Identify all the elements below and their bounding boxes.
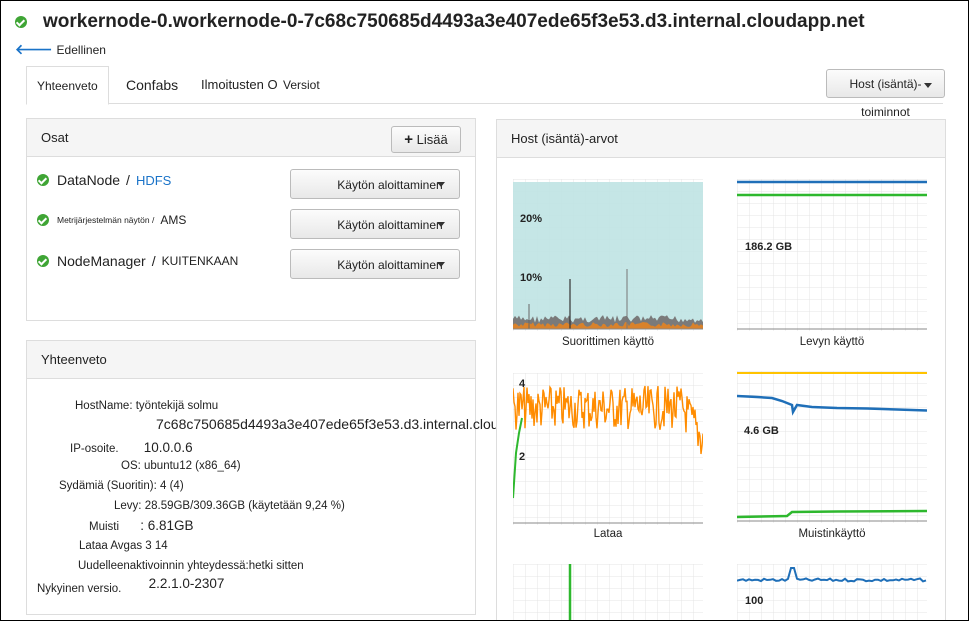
component-action-button[interactable]: Käytön aloittaminen bbox=[290, 249, 460, 279]
cpu-usage-label: Suorittimen käyttö bbox=[561, 336, 655, 348]
back-link[interactable]: 🡐 Edellinen bbox=[15, 41, 106, 58]
chevron-down-icon bbox=[924, 83, 932, 88]
memory-tick: 4.6 GB bbox=[744, 425, 779, 437]
component-separator: / bbox=[151, 253, 156, 269]
status-ok-icon bbox=[37, 255, 49, 267]
component-action-label: Käytön aloittaminen bbox=[337, 178, 443, 192]
chevron-down-icon bbox=[437, 222, 445, 227]
component-action-button[interactable]: Käytön aloittaminen bbox=[290, 169, 460, 199]
chevron-down-icon bbox=[437, 182, 445, 187]
summary-ip: IP-osoite. 10.0.0.6 bbox=[70, 440, 193, 455]
processes-tick: 100 bbox=[745, 595, 764, 607]
page-title: workernode-0.workernode-0-7c68c750685d44… bbox=[43, 11, 865, 32]
add-component-button[interactable]: + Lisää bbox=[391, 126, 461, 153]
disk-label: Levy: bbox=[114, 500, 142, 512]
os-value: ubuntu12 (x86_64) bbox=[144, 460, 241, 472]
status-ok-icon bbox=[37, 214, 49, 226]
components-panel: Osat + Lisää DataNode / HDFS Käytön aloi… bbox=[26, 118, 476, 321]
load-label: Lataa Avgas bbox=[79, 540, 143, 552]
load-tick-4: 4 bbox=[519, 378, 526, 390]
summary-disk: Levy: 28.59GB/309.36GB (käytetään 9,24 %… bbox=[114, 500, 345, 512]
network-chart[interactable] bbox=[513, 564, 703, 620]
host-page: workernode-0.workernode-0-7c68c750685d44… bbox=[0, 0, 969, 621]
component-name[interactable]: NodeManager bbox=[57, 253, 146, 269]
summary-load-avg: Lataa Avgas 3 14 bbox=[79, 540, 168, 552]
load-graph bbox=[512, 373, 704, 525]
disk-tick: 186.2 GB bbox=[745, 241, 793, 253]
disk-value: 28.59GB/309.36GB (käytetään 9,24 %) bbox=[144, 500, 345, 512]
tab-versions[interactable]: Versiot bbox=[283, 66, 320, 102]
disk-usage-label: Levyn käyttö bbox=[799, 336, 865, 348]
cores-label: Sydämiä (Suoritin): bbox=[59, 480, 157, 492]
tab-bar: Yhteenveto Confabs Ilmoitusten O Versiot bbox=[26, 66, 943, 105]
load-chart[interactable]: 4 2 bbox=[512, 373, 704, 525]
host-actions-button[interactable]: Host (isäntä)-toiminnot bbox=[826, 69, 945, 119]
component-row-metrics-monitor: Metrijärjestelmän näytön / AMS bbox=[37, 213, 186, 227]
cpu-idle-area bbox=[513, 182, 703, 329]
component-action-button[interactable]: Käytön aloittaminen bbox=[290, 209, 460, 239]
cpu-usage-chart[interactable]: 20% 10% bbox=[513, 179, 703, 331]
summary-cores: Sydämiä (Suoritin): 4 (4) bbox=[59, 480, 184, 492]
memory-usage-chart[interactable]: 4.6 GB bbox=[736, 371, 928, 523]
heartbeat-value: hetki sitten bbox=[248, 560, 304, 572]
memory-usage-label: Muistinkäyttö bbox=[798, 528, 866, 540]
version-label: Nykyinen versio. bbox=[37, 583, 122, 595]
version-value: 2.2.1.0-2307 bbox=[148, 576, 225, 591]
component-service: AMS bbox=[160, 213, 187, 227]
processes-graph bbox=[736, 564, 927, 620]
load-label: Lataa bbox=[593, 528, 623, 540]
summary-version: Nykyinen versio. 2.2.1.0-2307 bbox=[37, 576, 224, 595]
summary-heartbeat: Uudelleenaktivoinnin yhteydessä:hetki si… bbox=[78, 560, 304, 572]
chevron-down-icon bbox=[437, 262, 445, 267]
load-tick-2: 2 bbox=[519, 451, 526, 463]
os-label: OS: bbox=[121, 460, 141, 472]
component-row-nodemanager: NodeManager / KUITENKAAN bbox=[37, 253, 238, 269]
cpu-tick-10: 10% bbox=[520, 272, 543, 284]
hostname-value: työntekijä solmu bbox=[135, 400, 219, 412]
tab-summary[interactable]: Yhteenveto bbox=[26, 66, 109, 105]
summary-hostname: HostName: työntekijä solmu bbox=[75, 400, 218, 412]
back-label: Edellinen bbox=[56, 42, 106, 57]
status-ok-icon bbox=[15, 16, 27, 28]
plus-icon: + bbox=[404, 131, 414, 148]
cpu-usage-graph bbox=[513, 179, 703, 331]
memory-value: : 6.81GB bbox=[140, 518, 194, 533]
ip-value: 10.0.0.6 bbox=[143, 440, 193, 455]
component-name[interactable]: Metrijärjestelmän näytön / bbox=[57, 215, 154, 225]
summary-os: OS: ubuntu12 (x86_64) bbox=[121, 460, 241, 472]
processes-chart[interactable]: 100 bbox=[736, 564, 927, 620]
ip-label: IP-osoite. bbox=[70, 443, 119, 455]
disk-usage-graph bbox=[737, 179, 927, 331]
tab-alerts[interactable]: Ilmoitusten O bbox=[201, 66, 278, 102]
tab-configs[interactable]: Confabs bbox=[126, 66, 178, 102]
host-metrics-title: Host (isäntä)-arvot bbox=[497, 120, 945, 158]
summary-title: Yhteenveto bbox=[27, 341, 475, 379]
memory-usage-graph bbox=[736, 371, 928, 523]
component-service-link[interactable]: HDFS bbox=[136, 173, 171, 188]
component-separator: / bbox=[126, 172, 130, 188]
load-value: 3 14 bbox=[145, 540, 168, 552]
cores-value: 4 (4) bbox=[160, 480, 184, 492]
heartbeat-label: Uudelleenaktivoinnin yhteydessä: bbox=[78, 560, 249, 572]
component-name[interactable]: DataNode bbox=[57, 172, 120, 188]
cpu-tick-20: 20% bbox=[520, 213, 543, 225]
host-title-row: workernode-0.workernode-0-7c68c750685d44… bbox=[15, 11, 865, 33]
add-component-label: Lisää bbox=[416, 132, 448, 147]
hostname-value-continued: 7c68c750685d4493a3e407ede65f3e53.d3.inte… bbox=[156, 416, 542, 432]
summary-panel: Yhteenveto bbox=[26, 340, 476, 615]
component-action-label: Käytön aloittaminen bbox=[337, 218, 443, 232]
component-action-label: Käytön aloittaminen bbox=[337, 258, 443, 272]
status-ok-icon bbox=[37, 174, 49, 186]
component-service: KUITENKAAN bbox=[161, 254, 239, 268]
back-arrow-icon: 🡐 bbox=[15, 41, 53, 57]
network-graph bbox=[513, 564, 703, 620]
disk-usage-chart[interactable]: 186.2 GB bbox=[737, 179, 927, 331]
memory-label: Muisti bbox=[89, 521, 120, 533]
hostname-label: HostName: bbox=[75, 400, 133, 412]
component-row-datanode: DataNode / HDFS bbox=[37, 172, 171, 188]
summary-memory: Muisti : 6.81GB bbox=[89, 518, 194, 533]
